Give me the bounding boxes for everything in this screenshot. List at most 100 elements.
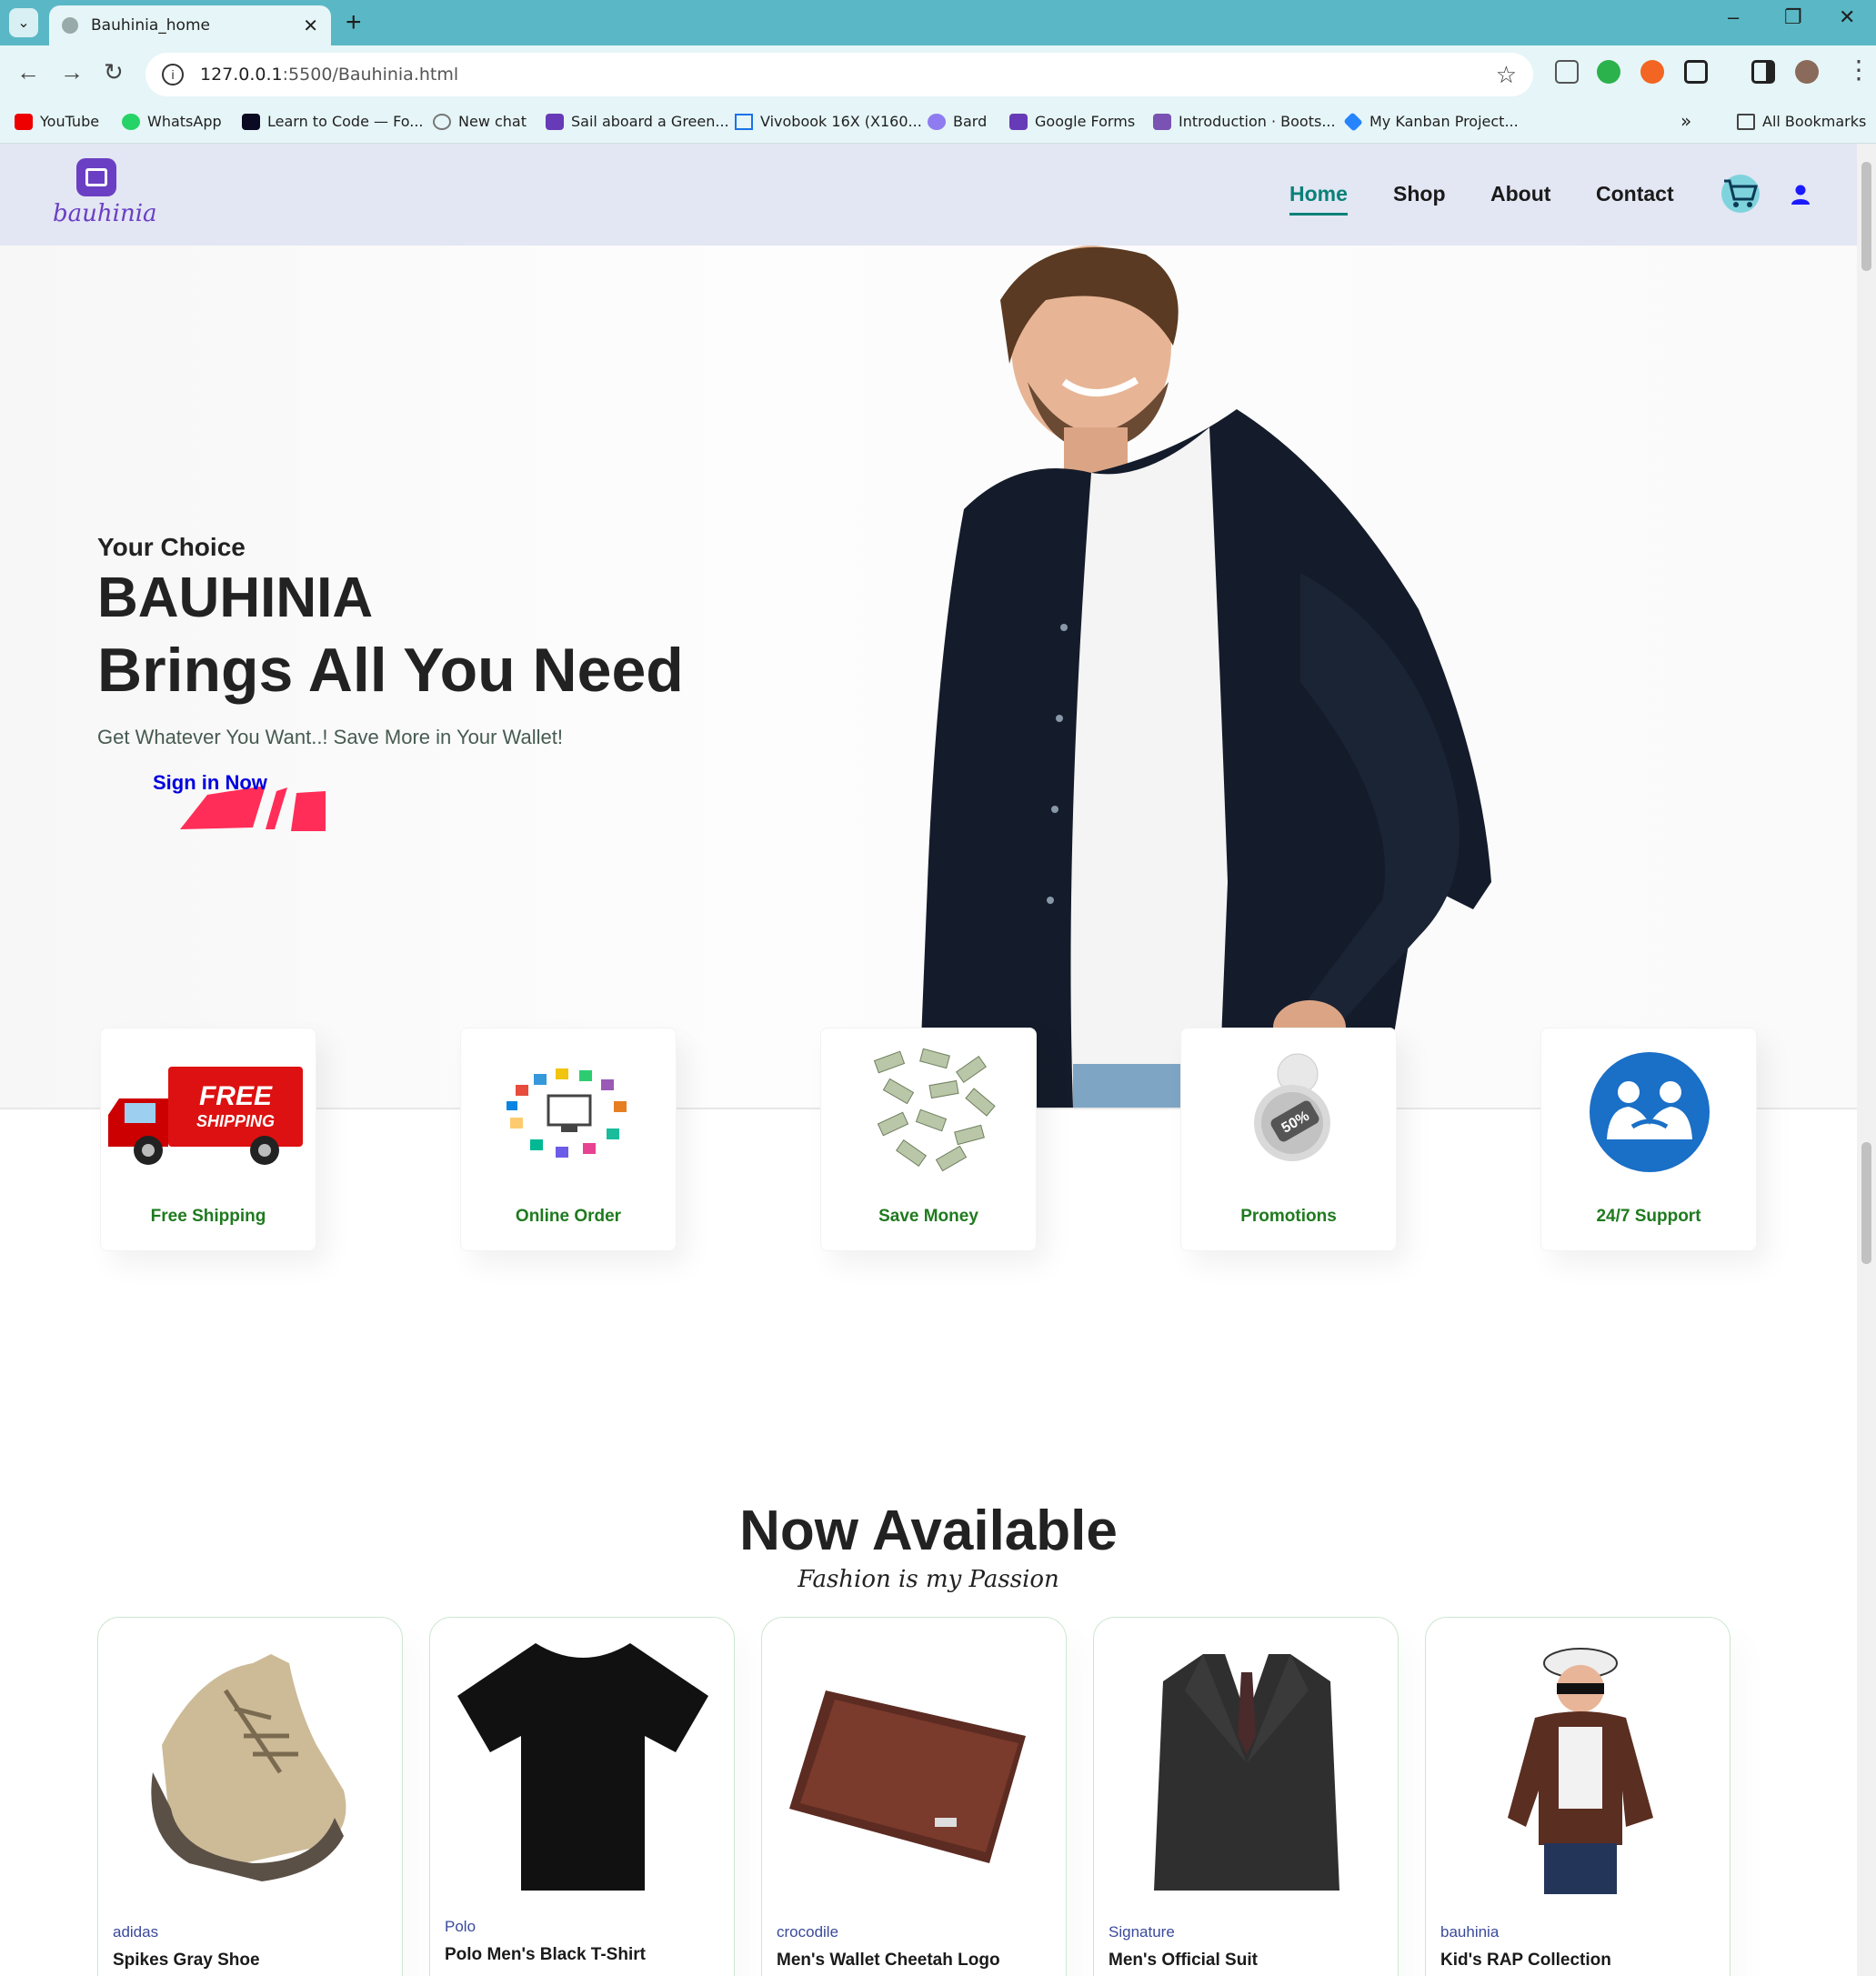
page-scrollbar-bottom[interactable] xyxy=(1857,1109,1876,1976)
hero-subtitle: Your Choice xyxy=(97,533,246,561)
bookmark-label: WhatsApp xyxy=(147,113,222,130)
restore-icon[interactable]: ❐ xyxy=(1784,5,1802,29)
menu-kebab-icon[interactable]: ⋮ xyxy=(1846,55,1871,85)
hero-title: BAUHINIA xyxy=(97,567,374,629)
extensions-puzzle-icon[interactable] xyxy=(1684,60,1708,84)
close-tab-icon[interactable]: ✕ xyxy=(303,15,318,37)
product-name: Spikes Gray Shoe xyxy=(113,1951,260,1970)
support-handshake-icon xyxy=(1590,1052,1710,1172)
promotion-tag-icon: 50% xyxy=(1254,1053,1330,1161)
bootstrap-icon xyxy=(1153,113,1171,130)
jira-icon xyxy=(1343,111,1363,132)
bookmark-youtube[interactable]: YouTube xyxy=(15,113,99,130)
bookmark-vivobook[interactable]: Vivobook 16X (X160... xyxy=(735,113,922,130)
reload-icon[interactable]: ↻ xyxy=(104,58,124,86)
feature-label: 24/7 Support xyxy=(1596,1207,1701,1226)
nav-home[interactable]: Home xyxy=(1289,182,1348,216)
profile-avatar[interactable] xyxy=(1795,60,1819,84)
product-card[interactable]: adidas Spikes Gray Shoe xyxy=(97,1617,403,1976)
extension-android-icon[interactable] xyxy=(1597,60,1620,84)
feature-card-save-money: Save Money xyxy=(820,1028,1037,1251)
product-name: Men's Wallet Cheetah Logo xyxy=(777,1951,1000,1970)
folder-icon xyxy=(1737,113,1755,130)
product-card[interactable]: Signature Men's Official Suit xyxy=(1093,1617,1399,1976)
suit-image xyxy=(1154,1654,1339,1891)
logo-icon[interactable] xyxy=(76,158,116,196)
browser-tabbar: ⌄ Bauhinia_home ✕ + – ❐ ✕ xyxy=(0,0,1876,45)
browser-tab[interactable]: Bauhinia_home ✕ xyxy=(49,5,331,45)
money-icon xyxy=(873,1048,996,1172)
product-card[interactable]: bauhinia Kid's RAP Collection xyxy=(1425,1617,1731,1976)
feature-card-support: 24/7 Support xyxy=(1540,1028,1757,1251)
bookmark-label: All Bookmarks xyxy=(1762,113,1867,130)
forward-icon[interactable]: → xyxy=(60,58,84,86)
sign-in-button[interactable]: Sign in Now xyxy=(153,771,267,795)
hero-description: Get Whatever You Want..! Save More in Yo… xyxy=(97,726,563,748)
bookmark-label: Learn to Code — Fo... xyxy=(267,113,424,130)
forms-icon xyxy=(546,113,564,130)
tab-search-button[interactable]: ⌄ xyxy=(9,8,38,37)
chatgpt-icon xyxy=(433,113,451,130)
bookmark-star-icon[interactable]: ☆ xyxy=(1496,61,1517,89)
kids-outfit-image xyxy=(1508,1648,1653,1894)
scrollbar-thumb[interactable] xyxy=(1861,162,1871,271)
address-bar[interactable]: i 127.0.0.1:5500/Bauhinia.html ☆ xyxy=(145,53,1533,96)
more-bookmarks-button[interactable]: » xyxy=(1680,110,1691,132)
minimize-icon[interactable]: – xyxy=(1728,5,1739,29)
bookmark-new-chat[interactable]: New chat xyxy=(433,113,527,130)
product-name: Kid's RAP Collection xyxy=(1440,1951,1611,1970)
extension-icon[interactable] xyxy=(1555,60,1579,84)
bookmark-label: Sail aboard a Green... xyxy=(571,113,729,130)
feature-card-promotions: 50% Promotions xyxy=(1180,1028,1397,1251)
bookmark-label: Bard xyxy=(953,113,988,130)
cart-icon[interactable] xyxy=(1721,173,1761,215)
url-path: :5500/Bauhinia.html xyxy=(282,65,459,85)
tshirt-image xyxy=(457,1643,708,1891)
close-window-icon[interactable]: ✕ xyxy=(1839,5,1855,29)
bookmark-label: Google Forms xyxy=(1035,113,1136,130)
tab-title: Bauhinia_home xyxy=(91,16,210,35)
google-forms-icon xyxy=(1009,113,1028,130)
svg-text:SHIPPING: SHIPPING xyxy=(196,1112,275,1130)
user-icon[interactable] xyxy=(1791,184,1811,206)
product-brand: crocodile xyxy=(777,1923,839,1941)
feature-label: Free Shipping xyxy=(150,1207,266,1226)
products-section-subtitle: Fashion is my Passion xyxy=(798,1566,1059,1593)
bookmark-bootstrap[interactable]: Introduction · Boots... xyxy=(1153,113,1336,130)
feature-label: Online Order xyxy=(515,1207,622,1226)
product-brand: bauhinia xyxy=(1440,1923,1500,1941)
side-panel-icon[interactable] xyxy=(1751,60,1775,84)
bookmark-freecodecamp[interactable]: Learn to Code — Fo... xyxy=(242,113,423,130)
bookmark-google-forms[interactable]: Google Forms xyxy=(1009,113,1135,130)
browser-toolbar: ← → ↻ i 127.0.0.1:5500/Bauhinia.html ☆ ⋮ xyxy=(0,45,1876,104)
new-tab-button[interactable]: + xyxy=(346,7,362,38)
web-page: bauhinia Home Shop About Contact Your Ch… xyxy=(0,144,1857,1976)
nav-about[interactable]: About xyxy=(1490,182,1550,206)
nav-contact[interactable]: Contact xyxy=(1596,182,1674,206)
extension-orange-icon[interactable] xyxy=(1640,60,1664,84)
asus-icon xyxy=(735,113,753,130)
product-card[interactable]: Polo Polo Men's Black T-Shirt ★★★★★ xyxy=(429,1617,735,1976)
product-brand: Signature xyxy=(1109,1923,1175,1941)
delivery-truck-icon: FREE SHIPPING xyxy=(108,1067,303,1165)
bookmarks-bar: YouTube WhatsApp Learn to Code — Fo... N… xyxy=(0,104,1876,144)
bookmark-bard[interactable]: Bard xyxy=(928,113,987,130)
product-card[interactable]: crocodile Men's Wallet Cheetah Logo xyxy=(761,1617,1067,1976)
products-section-title: Now Available xyxy=(739,1500,1118,1562)
site-info-icon[interactable]: i xyxy=(162,64,184,85)
logo-text[interactable]: bauhinia xyxy=(53,200,157,227)
all-bookmarks-button[interactable]: All Bookmarks xyxy=(1737,113,1866,130)
shoe-image xyxy=(151,1654,346,1881)
tab-favicon-icon xyxy=(62,17,78,34)
scrollbar-thumb[interactable] xyxy=(1861,1142,1871,1264)
product-name: Men's Official Suit xyxy=(1109,1951,1258,1970)
product-name: Polo Men's Black T-Shirt xyxy=(445,1945,646,1964)
bookmark-label: YouTube xyxy=(40,113,100,130)
page-scrollbar-top[interactable] xyxy=(1857,144,1876,1109)
bookmark-sail-aboard[interactable]: Sail aboard a Green... xyxy=(546,113,729,130)
nav-shop[interactable]: Shop xyxy=(1393,182,1446,206)
online-order-icon xyxy=(507,1068,627,1158)
bookmark-whatsapp[interactable]: WhatsApp xyxy=(122,113,222,130)
bookmark-kanban[interactable]: My Kanban Project... xyxy=(1343,111,1519,132)
back-icon[interactable]: ← xyxy=(16,58,40,86)
